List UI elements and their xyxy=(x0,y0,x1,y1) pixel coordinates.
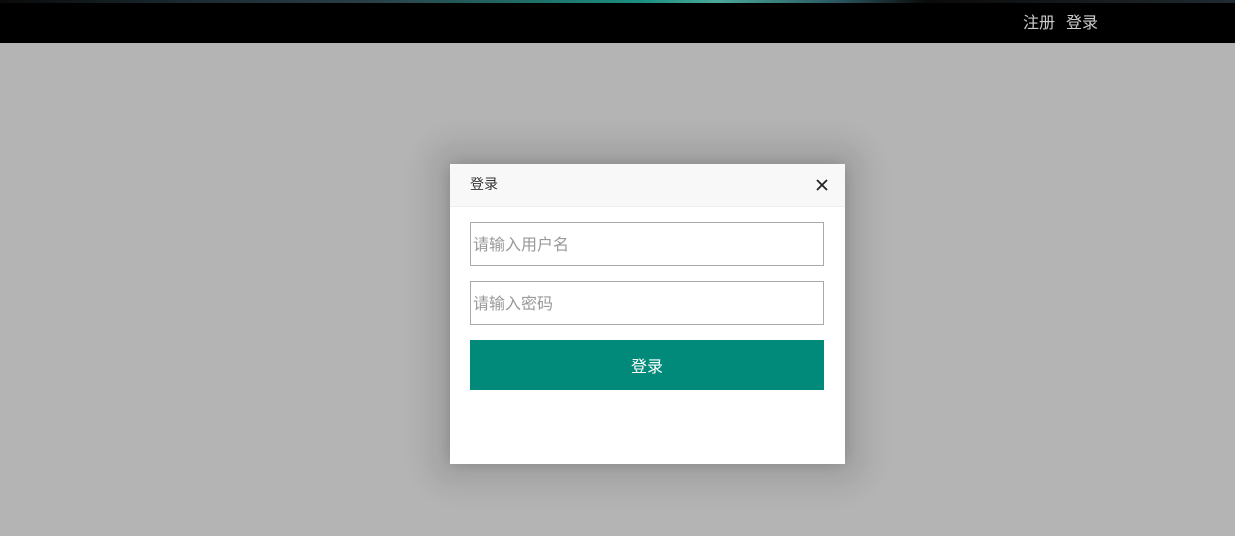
topbar-banner-strip xyxy=(0,0,1235,3)
dialog-title: 登录 xyxy=(470,177,498,193)
username-input[interactable] xyxy=(470,222,824,266)
top-navbar: 注册 登录 xyxy=(0,0,1235,43)
register-link[interactable]: 注册 xyxy=(1023,12,1055,34)
dialog-header: 登录 xyxy=(450,164,845,207)
login-dialog: 登录 登录 xyxy=(450,164,845,464)
password-input[interactable] xyxy=(470,281,824,325)
login-submit-button[interactable]: 登录 xyxy=(470,340,824,390)
close-icon[interactable] xyxy=(813,176,831,194)
page: 注册 登录 登录 登录 xyxy=(0,0,1235,536)
close-icon-graphic xyxy=(816,179,828,191)
top-nav-links: 注册 登录 xyxy=(1023,12,1098,34)
login-link[interactable]: 登录 xyxy=(1066,12,1098,34)
